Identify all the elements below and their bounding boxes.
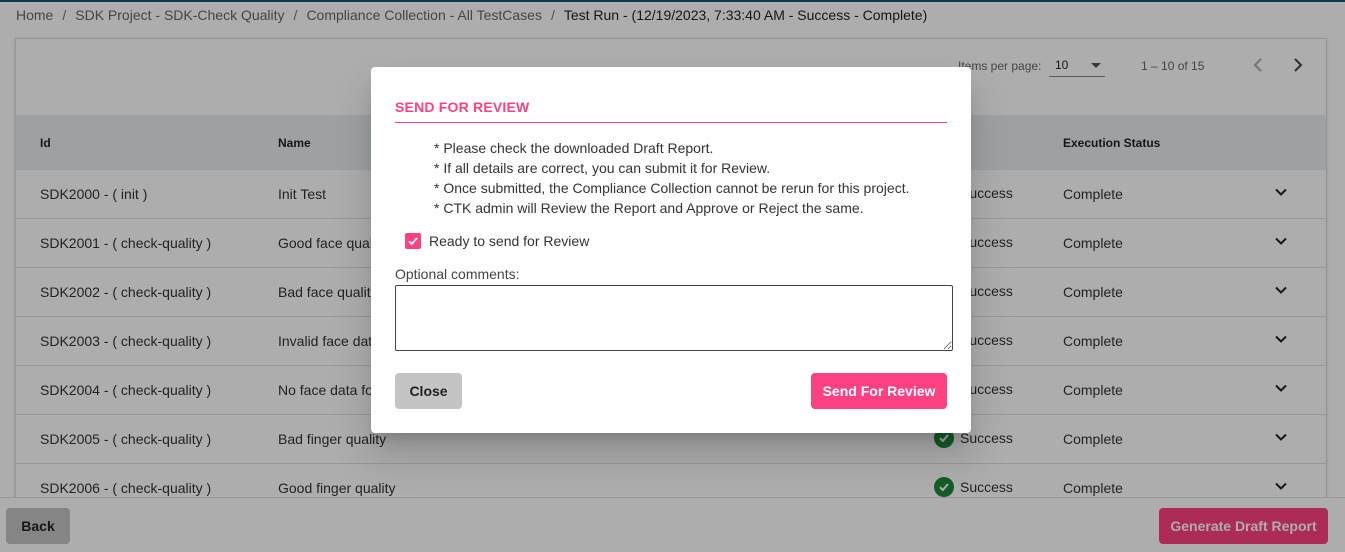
ready-to-send-checkbox-row[interactable]: Ready to send for Review — [405, 233, 589, 249]
review-notes: * Please check the downloaded Draft Repo… — [434, 138, 909, 218]
dialog-title: SEND FOR REVIEW — [395, 99, 530, 115]
send-for-review-button[interactable]: Send For Review — [811, 373, 947, 409]
send-for-review-dialog: SEND FOR REVIEW * Please check the downl… — [371, 67, 971, 433]
ready-to-send-label: Ready to send for Review — [429, 233, 590, 249]
optional-comments-label: Optional comments: — [395, 266, 520, 282]
dialog-title-divider — [395, 122, 947, 123]
note-item: * If all details are correct, you can su… — [434, 160, 771, 176]
note-item: * CTK admin will Review the Report and A… — [434, 200, 864, 216]
note-item: * Once submitted, the Compliance Collect… — [434, 180, 910, 196]
close-button[interactable]: Close — [395, 373, 462, 409]
ready-to-send-checkbox[interactable] — [405, 233, 421, 249]
optional-comments-input[interactable] — [395, 285, 953, 351]
checkmark-icon — [408, 237, 418, 246]
note-item: * Please check the downloaded Draft Repo… — [434, 140, 714, 156]
